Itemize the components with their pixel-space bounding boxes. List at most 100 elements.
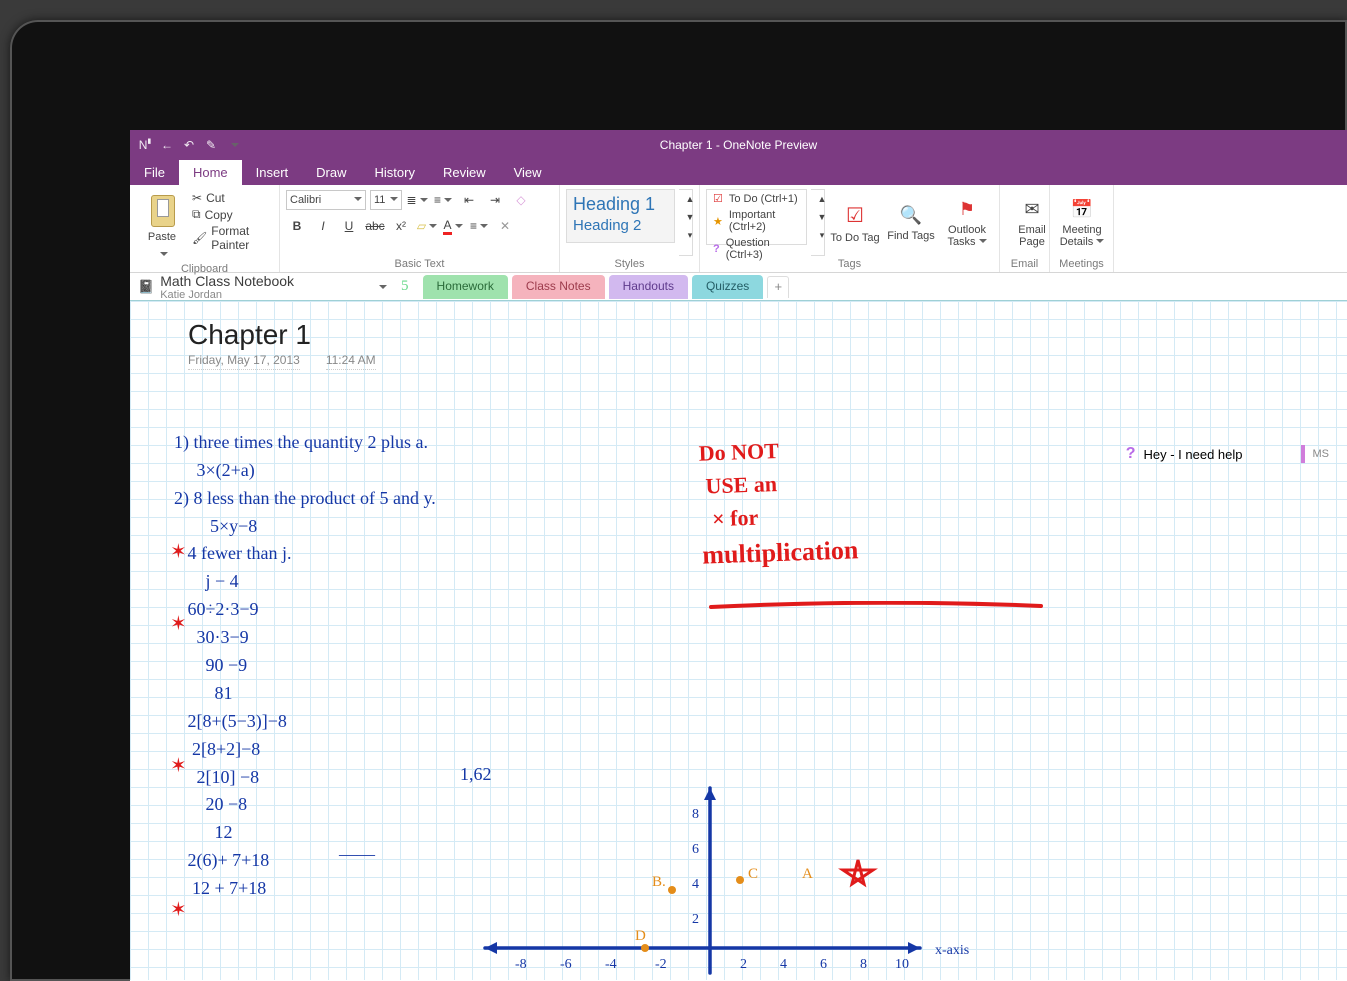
add-section-button[interactable]: + [767,276,789,298]
scroll-down-icon[interactable]: ▼ [679,208,701,226]
group-caption: Basic Text [286,256,553,272]
back-button[interactable]: ← [156,134,178,156]
title-bar: N▮ ← ↶ ✎ Chapter 1 - OneNote Preview [130,130,1347,160]
qat-customize-button[interactable] [222,134,244,156]
envelope-icon: ✉ [1024,199,1039,220]
font-select[interactable]: Calibri [286,190,366,210]
style-heading2[interactable]: Heading 2 [573,217,668,234]
notebook-user: Katie Jordan [160,289,294,301]
expand-icon[interactable]: ▾ [679,226,701,244]
indent-button[interactable]: ⇥ [484,189,506,211]
svg-text:C: C [748,866,758,882]
svg-text:8: 8 [860,957,867,972]
page-meta: Friday, May 17, 2013 11:24 AM [188,353,376,370]
highlight-button[interactable]: ▱ [416,215,438,237]
page-date: Friday, May 17, 2013 [188,353,300,370]
style-heading1[interactable]: Heading 1 [573,194,668,215]
section-tab-handouts[interactable]: Handouts [609,275,688,299]
app-window: N▮ ← ↶ ✎ Chapter 1 - OneNote Preview Fil… [130,130,1347,981]
svg-text:-8: -8 [515,957,527,972]
svg-text:-6: -6 [560,957,572,972]
window-title: Chapter 1 - OneNote Preview [660,138,817,152]
app-icon: N▮ [134,134,156,156]
outdent-button[interactable]: ⇤ [458,189,480,211]
coordinate-plot: -8 -6 -4 -2 2 4 6 8 10 2 4 6 [480,778,1040,978]
section-tab-classnotes[interactable]: Class Notes [512,275,605,299]
font-color-button[interactable]: A [442,215,464,237]
check-icon: ☑ [846,203,864,228]
checkbox-icon: ☑ [713,192,723,205]
group-caption: Email [1006,256,1043,272]
page-time: 11:24 AM [326,353,376,370]
group-caption: Styles [566,256,693,272]
tab-review[interactable]: Review [429,160,500,185]
format-painter-button[interactable]: 🖌Format Painter [192,224,273,252]
comment-initials: MS [1313,448,1330,460]
unread-count: 5 [401,278,409,295]
page-title[interactable]: Chapter 1 [188,319,311,351]
tab-view[interactable]: View [500,160,556,185]
svg-text:8: 8 [692,807,699,822]
group-caption: Meetings [1056,256,1107,272]
font-size-select[interactable]: 11 [370,190,402,210]
align-button[interactable]: ≡ [468,215,490,237]
question-icon: ? [1126,445,1136,463]
strike-button[interactable]: abc [364,215,386,237]
svg-text:B.: B. [652,874,666,890]
undo-button[interactable]: ↶ [178,134,200,156]
ribbon: Paste ✂Cut ⧉Copy 🖌Format Painter Clipboa… [130,185,1347,273]
tab-file[interactable]: File [130,160,179,185]
star-icon: ★ [713,215,723,228]
todo-tag-button[interactable]: ☑ To Do Tag [829,189,881,256]
find-tags-button[interactable]: 🔍 Find Tags [885,189,937,256]
svg-text:-2: -2 [655,957,667,972]
delete-button[interactable]: ✕ [494,215,516,237]
scroll-up-icon[interactable]: ▲ [679,190,701,208]
tab-history[interactable]: History [361,160,429,185]
numbering-button[interactable]: ≡ [432,189,454,211]
flag-icon: ⚑ [959,199,975,220]
page-canvas[interactable]: Chapter 1 Friday, May 17, 2013 11:24 AM … [130,301,1347,980]
chevron-down-icon [157,247,168,261]
paste-button[interactable]: Paste [136,189,188,261]
comment[interactable]: ? Hey - I need help MS [1126,445,1329,463]
brush-icon: 🖌 [192,231,207,245]
svg-text:10: 10 [895,957,909,972]
scratch-mark: ✶ [170,897,187,922]
tab-home[interactable]: Home [179,160,242,185]
clear-formatting-button[interactable]: ◇ [510,189,532,211]
tab-draw[interactable]: Draw [302,160,360,185]
svg-text:2: 2 [692,912,699,927]
svg-text:4: 4 [692,877,699,892]
group-caption: Tags [706,256,993,272]
italic-button[interactable]: I [312,215,334,237]
scratch-mark: ✶ [170,539,187,564]
notebook-dropdown[interactable] [376,279,387,294]
subscript-button[interactable]: x² [390,215,412,237]
scissors-icon: ✂ [192,191,202,205]
scratch-mark: ✶ [170,753,187,778]
ribbon-tabs: File Home Insert Draw History Review Vie… [130,160,1347,185]
section-tab-quizzes[interactable]: Quizzes [692,275,763,299]
bold-button[interactable]: B [286,215,308,237]
svg-text:D: D [635,928,646,944]
touch-mode-button[interactable]: ✎ [200,134,222,156]
underline-button[interactable]: U [338,215,360,237]
paste-icon [147,191,177,227]
calendar-icon: 📅 [1071,199,1093,220]
svg-text:2: 2 [740,957,747,972]
notebook-name[interactable]: Math Class Notebook [160,273,294,289]
meeting-details-button[interactable]: 📅 Meeting Details [1056,189,1108,256]
cut-button[interactable]: ✂Cut [192,191,273,205]
bullets-button[interactable]: ≣ [406,189,428,211]
styles-gallery[interactable]: Heading 1 Heading 2 [566,189,675,243]
comment-bar-icon [1301,445,1305,463]
copy-button[interactable]: ⧉Copy [192,207,273,222]
tag-gallery[interactable]: ☑To Do (Ctrl+1) ★Important (Ctrl+2) ?Que… [706,189,807,245]
tab-insert[interactable]: Insert [242,160,303,185]
section-tab-homework[interactable]: Homework [423,275,508,299]
search-icon: 🔍 [900,205,922,226]
outlook-tasks-button[interactable]: ⚑ Outlook Tasks [941,189,993,256]
scratch-mark: ✶ [170,611,187,636]
notebook-icon: 📓 [138,279,154,295]
